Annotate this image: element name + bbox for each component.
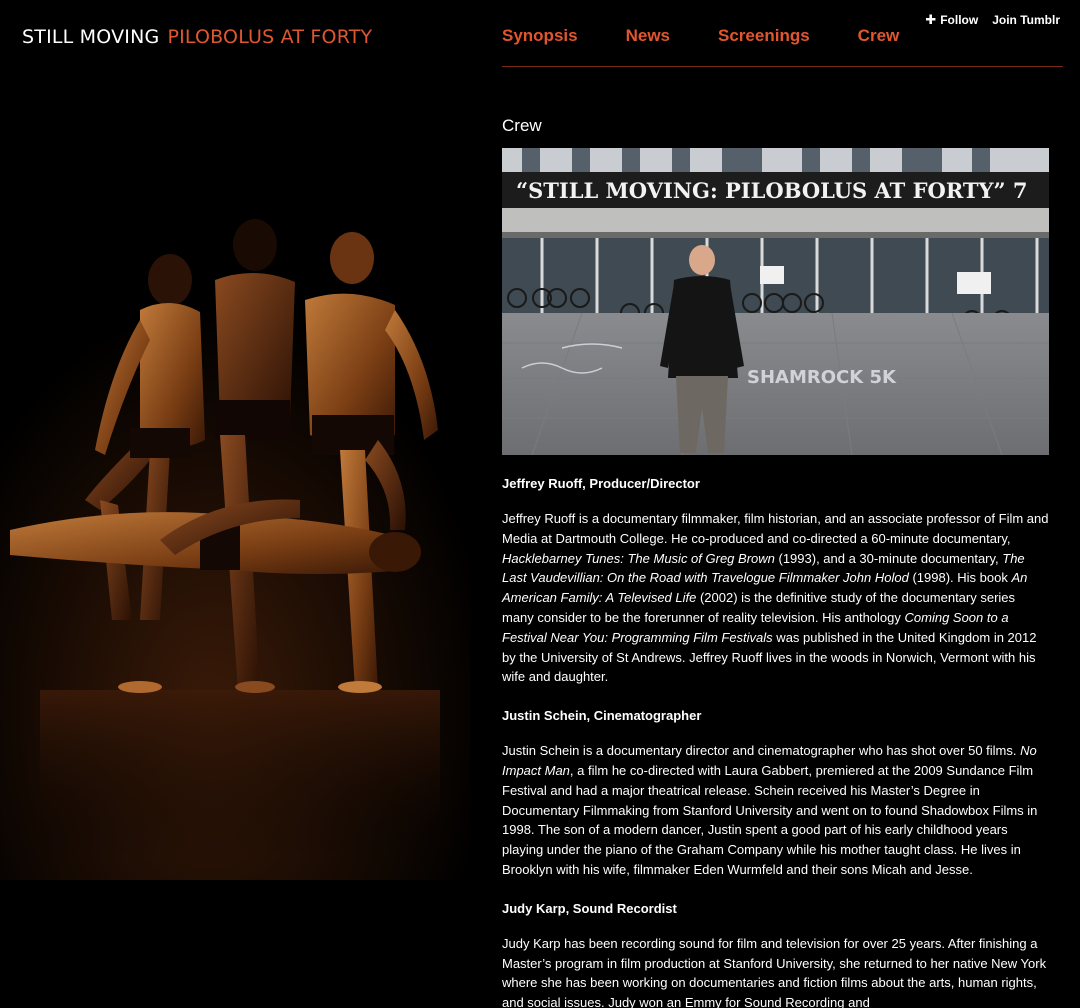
page-title: Crew: [502, 116, 542, 135]
nav-divider: [502, 66, 1063, 67]
crew-name: Jeffrey Ruoff, Producer/Director: [502, 476, 700, 491]
page: STILL MOVING PILOBOLUS AT FORTY ✚ Follow…: [0, 0, 1080, 1008]
crew-photo: “STILL MOVING: PILOBOLUS AT FORTY” 7 SHA…: [502, 148, 1049, 455]
bio-title-italic: Hacklebarney Tunes: The Music of Greg Br…: [502, 550, 775, 566]
bio-text-segment: (1993), and a 30-minute documentary,: [774, 550, 1003, 566]
nav-item-synopsis[interactable]: Synopsis: [502, 26, 578, 46]
hero-dancers-image: [0, 200, 470, 880]
bio-text-segment: Justin Schein is a documentary director …: [502, 743, 1021, 759]
bio-text-segment: (1998). His book: [908, 570, 1012, 586]
crew-bio: Judy Karp has been recording sound for f…: [502, 934, 1050, 1008]
crew-name: Justin Schein, Cinematographer: [502, 708, 702, 724]
site-title-subtitle: PILOBOLUS AT FORTY: [167, 26, 373, 48]
crew-list: Jeffrey Ruoff, Producer/Director Jeffrey…: [502, 475, 1050, 1008]
bio-text-segment: Judy Karp has been recording sound for f…: [502, 935, 1047, 1008]
site-title-main: STILL MOVING: [22, 26, 160, 48]
bio-text-segment: Jeffrey Ruoff is a documentary filmmaker…: [502, 511, 1049, 546]
crew-entry: Judy Karp, Sound Recordist Judy Karp has…: [502, 900, 1050, 1008]
nav-item-news[interactable]: News: [626, 26, 670, 46]
banner-text: “STILL MOVING: PILOBOLUS AT FORTY” 7: [516, 178, 1028, 203]
join-tumblr-button[interactable]: Join Tumblr: [992, 13, 1060, 27]
site-title[interactable]: STILL MOVING PILOBOLUS AT FORTY: [22, 26, 372, 48]
crew-entry: Justin Schein, Cinematographer Justin Sc…: [502, 707, 1050, 880]
nav-item-crew[interactable]: Crew: [858, 26, 900, 46]
main-nav: Synopsis News Screenings Crew: [502, 26, 899, 46]
plus-icon: ✚: [925, 12, 937, 27]
main-content: Crew “STILL MOVING: PILOBOLUS AT FORTY” …: [502, 116, 1050, 1008]
chalk-text: SHAMROCK 5K: [747, 367, 897, 388]
crew-bio: Jeffrey Ruoff is a documentary filmmaker…: [502, 509, 1050, 687]
tumblr-controls: ✚ Follow Join Tumblr: [925, 12, 1060, 28]
follow-label: Follow: [940, 13, 979, 27]
follow-button[interactable]: ✚ Follow: [925, 12, 978, 28]
bio-text-segment: , a film he co-directed with Laura Gabbe…: [502, 762, 1038, 877]
crew-entry: Jeffrey Ruoff, Producer/Director Jeffrey…: [502, 475, 1050, 687]
crew-bio: Justin Schein is a documentary director …: [502, 741, 1050, 880]
nav-item-screenings[interactable]: Screenings: [718, 26, 810, 46]
crew-name: Judy Karp, Sound Recordist: [502, 900, 677, 916]
